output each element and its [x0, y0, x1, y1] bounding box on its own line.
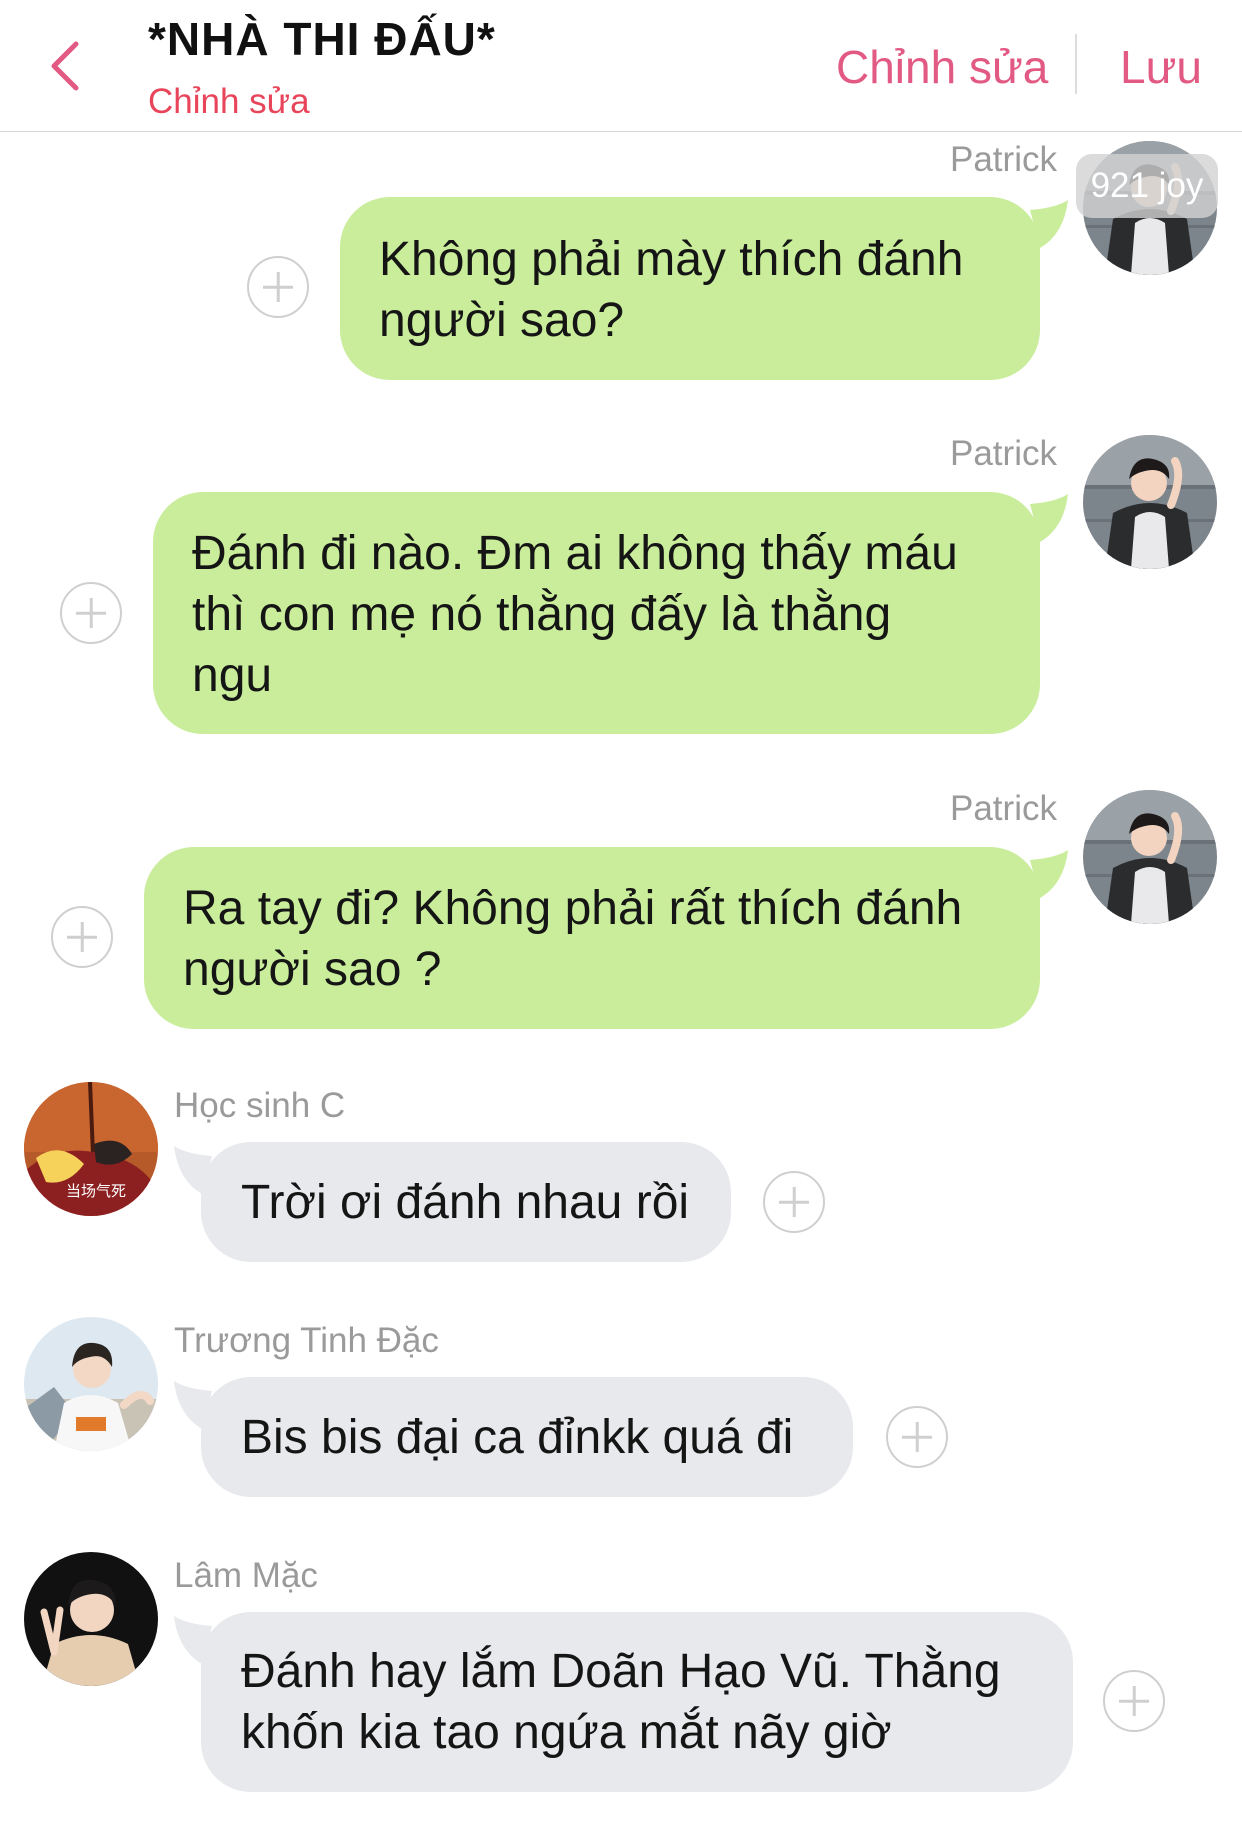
header-divider	[1075, 34, 1077, 94]
message-line: người sao?	[379, 294, 625, 347]
chat-title: *NHÀ THI ĐẤU*	[148, 13, 496, 65]
sender-name: Patrick	[950, 434, 1057, 473]
add-reaction-button[interactable]	[51, 906, 113, 968]
message-line: người sao ?	[183, 943, 442, 996]
message-line: khốn kia tao ngứa mắt nãy giờ	[241, 1706, 892, 1759]
avatar[interactable]	[1083, 435, 1217, 569]
message-bubble[interactable]: Đánh hay lắm Doãn Hạo Vũ. Thằng khốn kia…	[201, 1612, 1073, 1792]
chat-subtitle[interactable]: Chỉnh sửa	[148, 82, 310, 122]
add-reaction-button[interactable]	[886, 1406, 948, 1468]
sender-name: Lâm Mặc	[174, 1556, 318, 1595]
chat-header: *NHÀ THI ĐẤU* Chỉnh sửa Chỉnh sửa Lưu	[0, 0, 1242, 132]
chevron-left-icon	[51, 41, 79, 91]
message-line: Bis bis đại ca đỉnkk quá đi	[241, 1411, 794, 1464]
message-line: thì con mẹ nó thằng đấy là thằng	[192, 588, 892, 641]
back-button[interactable]	[44, 38, 88, 94]
add-reaction-button[interactable]	[60, 582, 122, 644]
message-bubble[interactable]: Đánh đi nào. Đm ai không thấy máu thì co…	[153, 492, 1040, 734]
edit-button[interactable]: Chỉnh sửa	[836, 40, 1048, 94]
message-bubble[interactable]: Ra tay đi? Không phải rất thích đánh ngư…	[144, 847, 1040, 1029]
message-line: Đánh đi nào. Đm ai không thấy máu	[192, 527, 958, 580]
avatar[interactable]: 当场气死	[24, 1082, 158, 1216]
avatar[interactable]	[24, 1552, 158, 1686]
message-line: Ra tay đi? Không phải rất thích đánh	[183, 882, 963, 935]
message-bubble[interactable]: Trời ơi đánh nhau rồi	[201, 1142, 731, 1262]
avatar-caption: 当场气死	[66, 1182, 126, 1200]
message-bubble[interactable]: Không phải mày thích đánh người sao?	[340, 197, 1040, 380]
add-reaction-button[interactable]	[247, 256, 309, 318]
add-reaction-button[interactable]	[763, 1171, 825, 1233]
message-line: ngu	[192, 649, 273, 702]
message-line: Đánh hay lắm Doãn Hạo Vũ. Thằng	[241, 1645, 1001, 1698]
avatar[interactable]	[1083, 790, 1217, 924]
sender-name: Patrick	[950, 789, 1057, 828]
sender-name: Trương Tinh Đặc	[174, 1321, 439, 1360]
avatar[interactable]	[24, 1317, 158, 1451]
watermark: 921 joy	[1076, 154, 1218, 218]
message-line: Trời ơi đánh nhau rồi	[241, 1176, 690, 1229]
save-button[interactable]: Lưu	[1120, 40, 1202, 94]
sender-name: Học sinh C	[174, 1086, 346, 1125]
message-bubble[interactable]: Bis bis đại ca đỉnkk quá đi	[201, 1377, 853, 1497]
message-line: Không phải mày thích đánh	[379, 233, 964, 286]
sender-name: Patrick	[950, 140, 1057, 179]
add-reaction-button[interactable]	[1103, 1670, 1165, 1732]
